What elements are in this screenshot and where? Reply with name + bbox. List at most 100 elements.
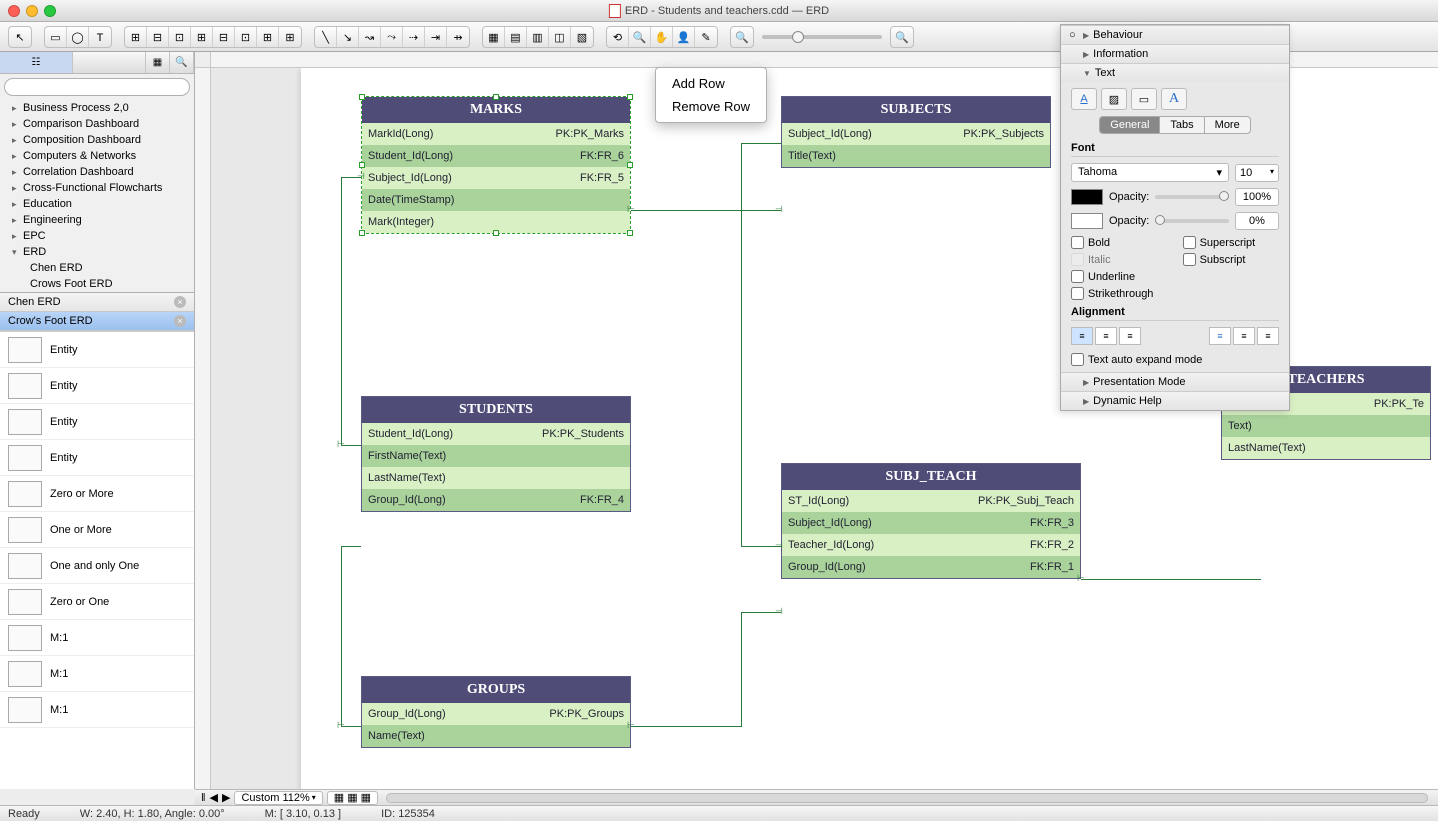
tree-node[interactable]: ▸Cross-Functional Flowcharts [0,180,194,196]
sidebar-tab-tree[interactable]: ☷ [0,52,73,73]
bg-color-swatch[interactable] [1071,213,1103,229]
chk-superscript[interactable]: Superscript [1183,236,1277,249]
inspector-tab-tabs[interactable]: Tabs [1160,116,1203,134]
fg-opacity-slider[interactable] [1155,195,1229,199]
inspector-section-information[interactable]: ▶Information [1061,44,1289,63]
palette-item[interactable]: One and only One [0,548,194,584]
sidebar-filetab[interactable]: Crow's Foot ERD× [0,312,194,331]
palette-item[interactable]: Entity [0,332,194,368]
sidebar-tab-search[interactable]: 🔍 [170,52,194,73]
align-left[interactable]: ≡ [1071,327,1093,345]
tree-node[interactable]: ▸Composition Dashboard [0,132,194,148]
close-icon[interactable] [8,5,20,17]
bg-opacity-value[interactable]: 0% [1235,212,1279,230]
align-right[interactable]: ≡ [1119,327,1141,345]
align-center[interactable]: ≡ [1095,327,1117,345]
tree-node[interactable]: ▸EPC [0,228,194,244]
grid-4[interactable]: ◫ [549,27,571,48]
palette-item[interactable]: Zero or More [0,476,194,512]
entity-students[interactable]: STUDENTSStudent_Id(Long)PK:PK_StudentsFi… [361,396,631,512]
rect-tool[interactable]: ▭ [45,27,67,48]
palette-item[interactable]: Entity [0,404,194,440]
tree-node[interactable]: ▸Comparison Dashboard [0,116,194,132]
highlight-btn[interactable]: ▨ [1101,88,1127,110]
pointer-tool[interactable]: ↖ [9,27,31,48]
text-tool[interactable]: T [89,27,111,48]
valign-mid[interactable]: ≡ [1233,327,1255,345]
fg-color-swatch[interactable] [1071,189,1103,205]
inspector-section-text[interactable]: ▼Text [1061,63,1289,82]
entity-subj_teach[interactable]: SUBJ_TEACHST_Id(Long)PK:PK_Subj_TeachSub… [781,463,1081,579]
align-1[interactable]: ⊞ [125,27,147,48]
chk-subscript[interactable]: Subscript [1183,253,1277,266]
palette-item[interactable]: Zero or One [0,584,194,620]
inspector-tab-more[interactable]: More [1204,116,1251,134]
tree-node[interactable]: ▸Education [0,196,194,212]
ctx-add-row[interactable]: Add Row [656,72,766,95]
align-7[interactable]: ⊞ [257,27,279,48]
grid-2[interactable]: ▤ [505,27,527,48]
palette-item[interactable]: Entity [0,440,194,476]
grid-5[interactable]: ▧ [571,27,593,48]
palette-item[interactable]: M:1 [0,656,194,692]
align-6[interactable]: ⊡ [235,27,257,48]
ellipse-tool[interactable]: ◯ [67,27,89,48]
zoom-in[interactable]: 🔍 [891,27,913,48]
tree-node[interactable]: ▸Business Process 2,0 [0,100,194,116]
entity-groups[interactable]: GROUPSGroup_Id(Long)PK:PK_GroupsName(Tex… [361,676,631,748]
zoom-slider[interactable] [762,35,882,39]
inspector-section-behaviour[interactable]: ○▶Behaviour [1061,25,1289,44]
zoom-display[interactable]: Custom 112%▾ [234,791,322,805]
grid-1[interactable]: ▦ [483,27,505,48]
inspector-dynamic-help[interactable]: ▶Dynamic Help [1061,391,1289,410]
tree-node[interactable]: ▸Computers & Networks [0,148,194,164]
palette-item[interactable]: Entity [0,368,194,404]
conn-4[interactable]: ⤳ [381,27,403,48]
grid-3[interactable]: ▥ [527,27,549,48]
view-5[interactable]: ✎ [695,27,717,48]
font-family-select[interactable]: Tahoma▾ [1071,163,1229,182]
inspector-presentation-mode[interactable]: ▶Presentation Mode [1061,372,1289,391]
search-input[interactable] [4,78,190,96]
view-4[interactable]: 👤 [673,27,695,48]
font-btn[interactable]: A [1161,88,1187,110]
view-2[interactable]: 🔍 [629,27,651,48]
zoom-icon[interactable] [44,5,56,17]
chk-underline[interactable]: Underline [1071,270,1165,283]
chk-italic[interactable]: Italic [1071,253,1165,266]
tree-node[interactable]: ▾ERD [0,244,194,260]
palette-item[interactable]: M:1 [0,620,194,656]
bg-opacity-slider[interactable] [1155,219,1229,223]
tree-subnode[interactable]: Chen ERD [0,260,194,276]
conn-1[interactable]: ╲ [315,27,337,48]
font-size-select[interactable]: 10▾ [1235,164,1279,182]
box-btn[interactable]: ▭ [1131,88,1157,110]
tree-node[interactable]: ▸Correlation Dashboard [0,164,194,180]
view-1[interactable]: ⟲ [607,27,629,48]
conn-6[interactable]: ⇥ [425,27,447,48]
conn-5[interactable]: ⇢ [403,27,425,48]
conn-2[interactable]: ↘ [337,27,359,48]
align-3[interactable]: ⊡ [169,27,191,48]
page-nav[interactable]: ▦ ▦ ▦ [327,791,378,805]
ctx-remove-row[interactable]: Remove Row [656,95,766,118]
tree-subnode[interactable]: Crows Foot ERD [0,276,194,292]
minimize-icon[interactable] [26,5,38,17]
entity-subjects[interactable]: SUBJECTSSubject_Id(Long)PK:PK_SubjectsTi… [781,96,1051,168]
palette-item[interactable]: M:1 [0,692,194,728]
tree-node[interactable]: ▸Engineering [0,212,194,228]
zoom-out[interactable]: 🔍 [731,27,753,48]
valign-top[interactable]: ≡ [1209,327,1231,345]
valign-bot[interactable]: ≡ [1257,327,1279,345]
align-2[interactable]: ⊟ [147,27,169,48]
conn-7[interactable]: ⇸ [447,27,469,48]
palette-item[interactable]: One or More [0,512,194,548]
view-3[interactable]: ✋ [651,27,673,48]
conn-3[interactable]: ↝ [359,27,381,48]
sidebar-tab-grid[interactable]: ▦ [146,52,170,73]
chk-text-auto[interactable]: Text auto expand mode [1071,353,1279,366]
sidebar-filetab[interactable]: Chen ERD× [0,293,194,312]
align-4[interactable]: ⊞ [191,27,213,48]
entity-marks[interactable]: MARKSMarkId(Long)PK:PK_MarksStudent_Id(L… [361,96,631,234]
underline-btn[interactable]: A [1071,88,1097,110]
